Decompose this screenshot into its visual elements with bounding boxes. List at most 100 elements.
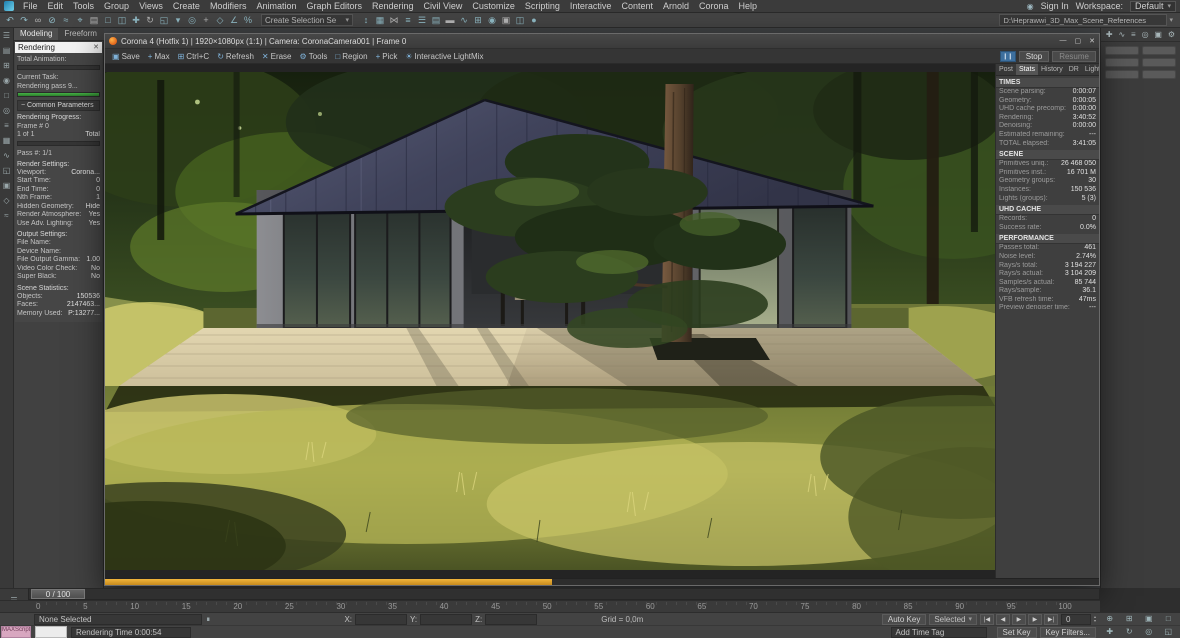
erase-button[interactable]: ✕ Erase	[258, 50, 296, 63]
current-frame-field[interactable]: 0	[1060, 613, 1091, 625]
play-button[interactable]: ▶	[1011, 613, 1026, 625]
spinner-down-icon[interactable]: ▾	[1094, 619, 1096, 623]
maxscript-listener-white[interactable]	[35, 626, 67, 638]
command-panel-button[interactable]	[1105, 46, 1139, 55]
resume-button[interactable]: Resume	[1052, 50, 1096, 62]
zoom-extents-icon[interactable]: ▣	[1145, 614, 1153, 623]
track-bar[interactable]: 0 5 10 15 20 25 30 35 40 45 50 55 60 65 70 75 80 85 90 95 10…	[0, 600, 1100, 612]
pause-button[interactable]: ❙❙	[999, 50, 1016, 62]
menu-item[interactable]: Rendering	[367, 1, 419, 11]
list-strip-icon[interactable]: ≡	[4, 122, 9, 130]
menu-item[interactable]: Content	[616, 1, 658, 11]
close-icon[interactable]: ✕	[93, 42, 99, 53]
scene-explorer-strip-icon[interactable]: ☰	[3, 32, 10, 40]
chevron-down-icon[interactable]: ▾	[1169, 16, 1173, 24]
close-button[interactable]: ✕	[1089, 37, 1095, 45]
maximize-viewport-icon[interactable]: ◱	[1164, 627, 1172, 636]
select-object-icon[interactable]: ⌖	[73, 13, 87, 27]
zoom-all-icon[interactable]: ⊞	[1126, 614, 1133, 623]
frame-spinner[interactable]: ▴ ▾	[1094, 615, 1096, 623]
angle-snap-icon[interactable]: ∠	[227, 13, 241, 27]
selection-set-key-dropdown[interactable]: Selected ▾	[929, 613, 977, 625]
render-production-icon[interactable]: ●	[527, 13, 541, 27]
layers-strip-icon[interactable]: ▤	[3, 47, 11, 55]
maxscript-mini-listener[interactable]: MAXScript Mi	[1, 626, 31, 638]
menu-item[interactable]: Animation	[251, 1, 301, 11]
send-to-max-button[interactable]: + Max	[144, 50, 174, 63]
minimize-button[interactable]: —	[1060, 37, 1067, 45]
use-pivot-center-icon[interactable]: ◎	[185, 13, 199, 27]
menu-item[interactable]: Civil View	[419, 1, 468, 11]
time-slider-track[interactable]: 0 / 100	[28, 588, 1100, 600]
tools-button[interactable]: ⚙ Tools	[296, 50, 332, 63]
align-icon[interactable]: ≡	[401, 13, 415, 27]
material-editor-icon[interactable]: ◉	[485, 13, 499, 27]
vfb-titlebar[interactable]: Corona 4 (Hotfix 1) | 1920×1080px (1:1) …	[105, 34, 1099, 49]
redo-icon[interactable]: ↷	[17, 13, 31, 27]
interactive-lightmix-button[interactable]: ☀ Interactive LightMix	[401, 50, 487, 63]
menu-item[interactable]: Edit	[43, 1, 69, 11]
menu-item[interactable]: Scripting	[520, 1, 565, 11]
select-and-rotate-icon[interactable]: ↻	[143, 13, 157, 27]
command-panel-button[interactable]	[1105, 58, 1139, 67]
mirror-icon[interactable]: ⋈	[387, 13, 401, 27]
menu-item[interactable]: File	[18, 1, 43, 11]
maximize-button[interactable]: ▢	[1075, 37, 1082, 45]
menu-item[interactable]: Tools	[68, 1, 99, 11]
fov-icon[interactable]: ◎	[1145, 627, 1152, 636]
menu-item[interactable]: Interactive	[565, 1, 617, 11]
schematic-view-icon[interactable]: ⊞	[471, 13, 485, 27]
utilities-tab-icon[interactable]: ⚙	[1168, 30, 1175, 39]
ribbon-tab[interactable]: Freeform	[58, 28, 102, 40]
unlink-selection-icon[interactable]: ⊘	[45, 13, 59, 27]
common-parameters-rollout[interactable]: − Common Parameters	[17, 100, 100, 111]
sign-in-button[interactable]: Sign In	[1041, 1, 1069, 11]
curve-strip-icon[interactable]: ∿	[3, 152, 10, 160]
orbit-icon[interactable]: ↻	[1126, 627, 1133, 636]
refresh-button[interactable]: ↻ Refresh	[213, 50, 258, 63]
snaps-toggle-icon[interactable]: ◇	[213, 13, 227, 27]
project-path-input[interactable]	[999, 14, 1168, 26]
grid-strip-icon[interactable]: ⊞	[3, 62, 10, 70]
ribbon-toggle-icon[interactable]: ▬	[443, 13, 457, 27]
menu-item[interactable]: Arnold	[658, 1, 694, 11]
previous-frame-button[interactable]: ◀	[995, 613, 1010, 625]
window-crossing-icon[interactable]: ◫	[115, 13, 129, 27]
go-to-end-button[interactable]: ▶|	[1043, 613, 1058, 625]
command-panel-button[interactable]	[1142, 58, 1176, 67]
set-key-button[interactable]: Set Key	[996, 626, 1037, 638]
vfb-tab[interactable]: LightMix	[1082, 64, 1099, 75]
motion-tab-icon[interactable]: ◎	[1142, 30, 1149, 39]
display-tab-icon[interactable]: ▣	[1154, 30, 1162, 39]
reference-coordinate-dropdown-icon[interactable]: ▾	[171, 13, 185, 27]
max-logo-icon[interactable]	[4, 1, 14, 11]
menu-item[interactable]: Help	[734, 1, 763, 11]
vfb-tab[interactable]: Stats	[1016, 64, 1038, 75]
select-and-scale-icon[interactable]: ◱	[157, 13, 171, 27]
spinner-snap-icon[interactable]: ↕	[359, 13, 373, 27]
auto-key-button[interactable]: Auto Key	[881, 613, 927, 625]
zoom-region-icon[interactable]: □	[1166, 614, 1171, 623]
curve-editor-icon[interactable]: ∿	[457, 13, 471, 27]
wave-strip-icon[interactable]: ≈	[4, 212, 8, 220]
menu-item[interactable]: Views	[134, 1, 168, 11]
workspace-dropdown[interactable]: Default ▾	[1129, 0, 1176, 12]
layer-explorer-icon[interactable]: ▤	[429, 13, 443, 27]
menu-item[interactable]: Create	[168, 1, 205, 11]
bind-to-space-warp-icon[interactable]: ≈	[59, 13, 73, 27]
create-tab-icon[interactable]: ✚	[1106, 30, 1113, 39]
zoom-icon[interactable]: ⊕	[1106, 614, 1113, 623]
x-coordinate-field[interactable]	[355, 613, 408, 625]
command-panel-button[interactable]	[1142, 70, 1176, 79]
modify-tab-icon[interactable]: ∿	[1118, 30, 1125, 39]
selection-lock-toggle[interactable]: ∎	[206, 615, 210, 623]
menu-item[interactable]: Group	[99, 1, 134, 11]
region-strip-icon[interactable]: □	[4, 92, 9, 100]
scale-strip-icon[interactable]: ◱	[3, 167, 11, 175]
menu-item[interactable]: Modifiers	[205, 1, 252, 11]
pivot-strip-icon[interactable]: ◎	[3, 107, 10, 115]
pan-icon[interactable]: ✚	[1106, 627, 1113, 636]
menu-item[interactable]: Corona	[694, 1, 734, 11]
render-image[interactable]	[105, 64, 995, 578]
material-strip-icon[interactable]: ◉	[3, 77, 10, 85]
